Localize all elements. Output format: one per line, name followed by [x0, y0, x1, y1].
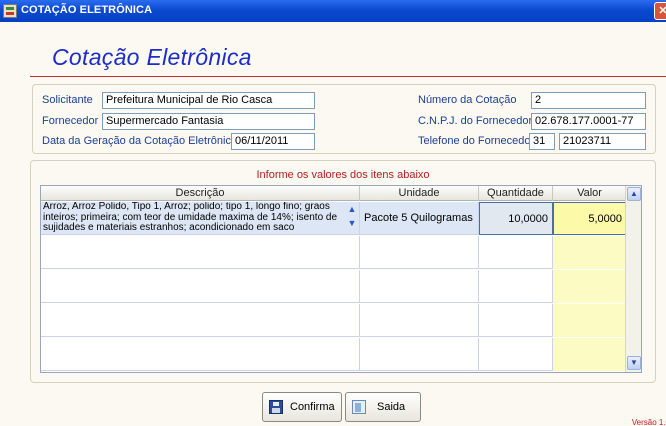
description-scroller[interactable]: ▲ ▼: [345, 202, 359, 233]
table-row[interactable]: [41, 304, 627, 337]
items-grid[interactable]: Descrição Unidade Quantidade Valor Arroz…: [40, 185, 642, 373]
data-geracao-field[interactable]: 06/11/2011: [231, 133, 315, 150]
close-button[interactable]: ✕: [654, 2, 666, 20]
table-row[interactable]: Arroz, Arroz Polido, Tipo 1, Arroz; poli…: [41, 202, 627, 235]
saida-label: Saida: [377, 401, 406, 413]
cell-quantidade[interactable]: [479, 338, 553, 371]
valor-text: 5,0000: [588, 213, 622, 225]
heading-divider: [30, 76, 666, 77]
items-panel: Informe os valores dos itens abaixo Desc…: [30, 160, 656, 383]
chevron-down-icon[interactable]: ▼: [345, 216, 359, 230]
cell-descricao[interactable]: [41, 304, 360, 337]
cell-descricao[interactable]: [41, 236, 360, 269]
cnpj-label: C.N.P.J. do Fornecedor: [418, 115, 533, 127]
telefone-label: Telefone do Fornecedor: [418, 135, 535, 147]
grid-header: Descrição Unidade Quantidade Valor: [41, 186, 641, 201]
column-header-quantidade[interactable]: Quantidade: [479, 186, 553, 201]
confirma-button[interactable]: Confirma: [262, 392, 342, 422]
telefone-ddd-field[interactable]: 31: [529, 133, 555, 150]
column-header-valor[interactable]: Valor: [553, 186, 627, 201]
telefone-numero-field[interactable]: 21023711: [559, 133, 646, 150]
scroll-up-icon[interactable]: ▲: [627, 187, 641, 201]
cell-quantidade[interactable]: [479, 270, 553, 303]
cell-valor[interactable]: 5,0000: [553, 202, 627, 235]
floppy-disk-icon: [269, 400, 283, 414]
title-bar: COTAÇÃO ELETRÔNICA ✕: [0, 0, 666, 22]
cell-descricao[interactable]: [41, 338, 360, 371]
numero-cotacao-label: Número da Cotação: [418, 94, 517, 106]
window-client-area: Cotação Eletrônica Solicitante Prefeitur…: [0, 22, 666, 426]
cell-descricao[interactable]: [41, 270, 360, 303]
cell-quantidade[interactable]: [479, 236, 553, 269]
table-row[interactable]: [41, 270, 627, 303]
numero-cotacao-field[interactable]: 2: [531, 92, 646, 109]
quote-info-panel: Solicitante Prefeitura Municipal de Rio …: [32, 84, 656, 154]
table-row[interactable]: [41, 338, 627, 371]
cell-unidade[interactable]: [360, 236, 479, 269]
cell-valor[interactable]: [553, 304, 627, 337]
saida-button[interactable]: Saida: [345, 392, 421, 422]
confirma-label: Confirma: [290, 401, 335, 413]
scroll-down-icon[interactable]: ▼: [627, 356, 641, 370]
cell-valor[interactable]: [553, 236, 627, 269]
version-label: Versão 1.0: [631, 418, 666, 426]
column-header-descricao[interactable]: Descrição: [41, 186, 360, 201]
unidade-text: Pacote 5 Quilogramas: [364, 212, 473, 224]
solicitante-field[interactable]: Prefeitura Municipal de Rio Casca: [102, 92, 315, 109]
cell-quantidade[interactable]: 10,0000: [479, 202, 553, 235]
solicitante-label: Solicitante: [42, 94, 93, 106]
cell-valor[interactable]: [553, 270, 627, 303]
cell-unidade[interactable]: [360, 338, 479, 371]
quantidade-text: 10,0000: [508, 213, 548, 225]
grid-scrollbar[interactable]: ▲ ▼: [625, 186, 641, 372]
chevron-up-icon[interactable]: ▲: [345, 202, 359, 216]
cell-unidade[interactable]: Pacote 5 Quilogramas: [360, 202, 479, 235]
data-geracao-label: Data da Geração da Cotação Eletrônica: [42, 135, 238, 147]
items-caption: Informe os valores dos itens abaixo: [256, 169, 430, 181]
page-title: Cotação Eletrônica: [52, 44, 252, 70]
cell-valor[interactable]: [553, 338, 627, 371]
fornecedor-label: Fornecedor: [42, 115, 99, 127]
cell-descricao[interactable]: Arroz, Arroz Polido, Tipo 1, Arroz; poli…: [41, 202, 360, 235]
cell-unidade[interactable]: [360, 304, 479, 337]
cnpj-field[interactable]: 02.678.177.0001-77: [531, 113, 646, 130]
descricao-text: Arroz, Arroz Polido, Tipo 1, Arroz; poli…: [43, 202, 338, 233]
app-icon: [3, 4, 17, 18]
cell-unidade[interactable]: [360, 270, 479, 303]
exit-door-icon: [352, 400, 366, 414]
fornecedor-field[interactable]: Supermercado Fantasia: [102, 113, 315, 130]
table-row[interactable]: [41, 236, 627, 269]
column-header-unidade[interactable]: Unidade: [360, 186, 479, 201]
cell-quantidade[interactable]: [479, 304, 553, 337]
window-title: COTAÇÃO ELETRÔNICA: [21, 4, 153, 16]
